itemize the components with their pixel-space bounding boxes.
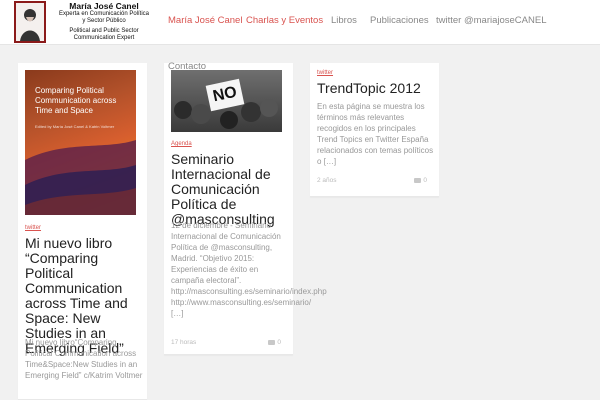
comment-count-value: 0 xyxy=(277,339,281,346)
comment-icon xyxy=(414,177,422,183)
post-card: Comparing Political Communication across… xyxy=(18,63,147,400)
post-title[interactable]: TrendTopic 2012 xyxy=(317,81,435,96)
nav-item-contacto[interactable]: Contacto xyxy=(168,61,206,72)
brand-name: María José Canel xyxy=(69,1,139,11)
book-cover-editors: Edited by María José Canel & Katrin Volt… xyxy=(35,124,115,129)
brand-tagline-3: Political and Public Sector xyxy=(69,28,139,34)
read-more-link[interactable]: […] xyxy=(324,157,336,166)
logo[interactable] xyxy=(14,1,46,43)
post-excerpt: En esta página se muestra los términos m… xyxy=(317,101,435,167)
book-cover-title: Comparing Political Communication across… xyxy=(35,86,117,115)
nav-item-home[interactable]: María José Canel xyxy=(168,15,242,26)
comment-count[interactable]: 0 xyxy=(268,339,281,346)
brand-tagline-1: Experta en Comunicación Política xyxy=(58,11,150,17)
post-title[interactable]: Seminario Internacional de Comunicación … xyxy=(171,152,289,227)
brand-tagline-4: Communication Expert xyxy=(73,35,135,41)
read-more-link[interactable]: […] xyxy=(171,309,183,318)
post-excerpt: 12 de diciembre - Seminario Internaciona… xyxy=(171,220,327,319)
brand-block: María José Canel Experta en Comunicación… xyxy=(50,0,158,42)
nav-item-libros[interactable]: Libros xyxy=(331,15,357,26)
nav-item-publicaciones[interactable]: Publicaciones xyxy=(370,15,429,26)
post-thumbnail[interactable]: NO xyxy=(171,70,282,132)
post-card: twitter TrendTopic 2012 En esta página s… xyxy=(310,63,439,197)
post-date: 17 horas xyxy=(171,339,197,346)
brand-tagline-2: y Sector Público xyxy=(82,18,126,24)
post-category[interactable]: twitter xyxy=(317,70,333,76)
post-category[interactable]: Agenda xyxy=(171,141,192,147)
nav-item-charlas[interactable]: Charlas y Eventos xyxy=(246,15,323,26)
comment-icon xyxy=(268,339,276,345)
post-thumbnail[interactable]: Comparing Political Communication across… xyxy=(25,70,136,215)
post-date: 2 años xyxy=(317,177,337,184)
site-header: María José Canel Experta en Comunicación… xyxy=(0,0,600,45)
post-excerpt-text: 12 de diciembre - Seminario Internaciona… xyxy=(171,221,327,307)
comment-count-value: 0 xyxy=(423,177,427,184)
post-card: NO Agenda Seminario Internacional de Com… xyxy=(164,63,327,355)
post-category[interactable]: twitter xyxy=(25,225,41,231)
nav-item-twitter[interactable]: twitter @mariajoseCANEL xyxy=(436,15,546,26)
comment-count[interactable]: 0 xyxy=(414,177,427,184)
post-excerpt: Mi nuevo libro“Comparing Political Commu… xyxy=(25,338,143,380)
